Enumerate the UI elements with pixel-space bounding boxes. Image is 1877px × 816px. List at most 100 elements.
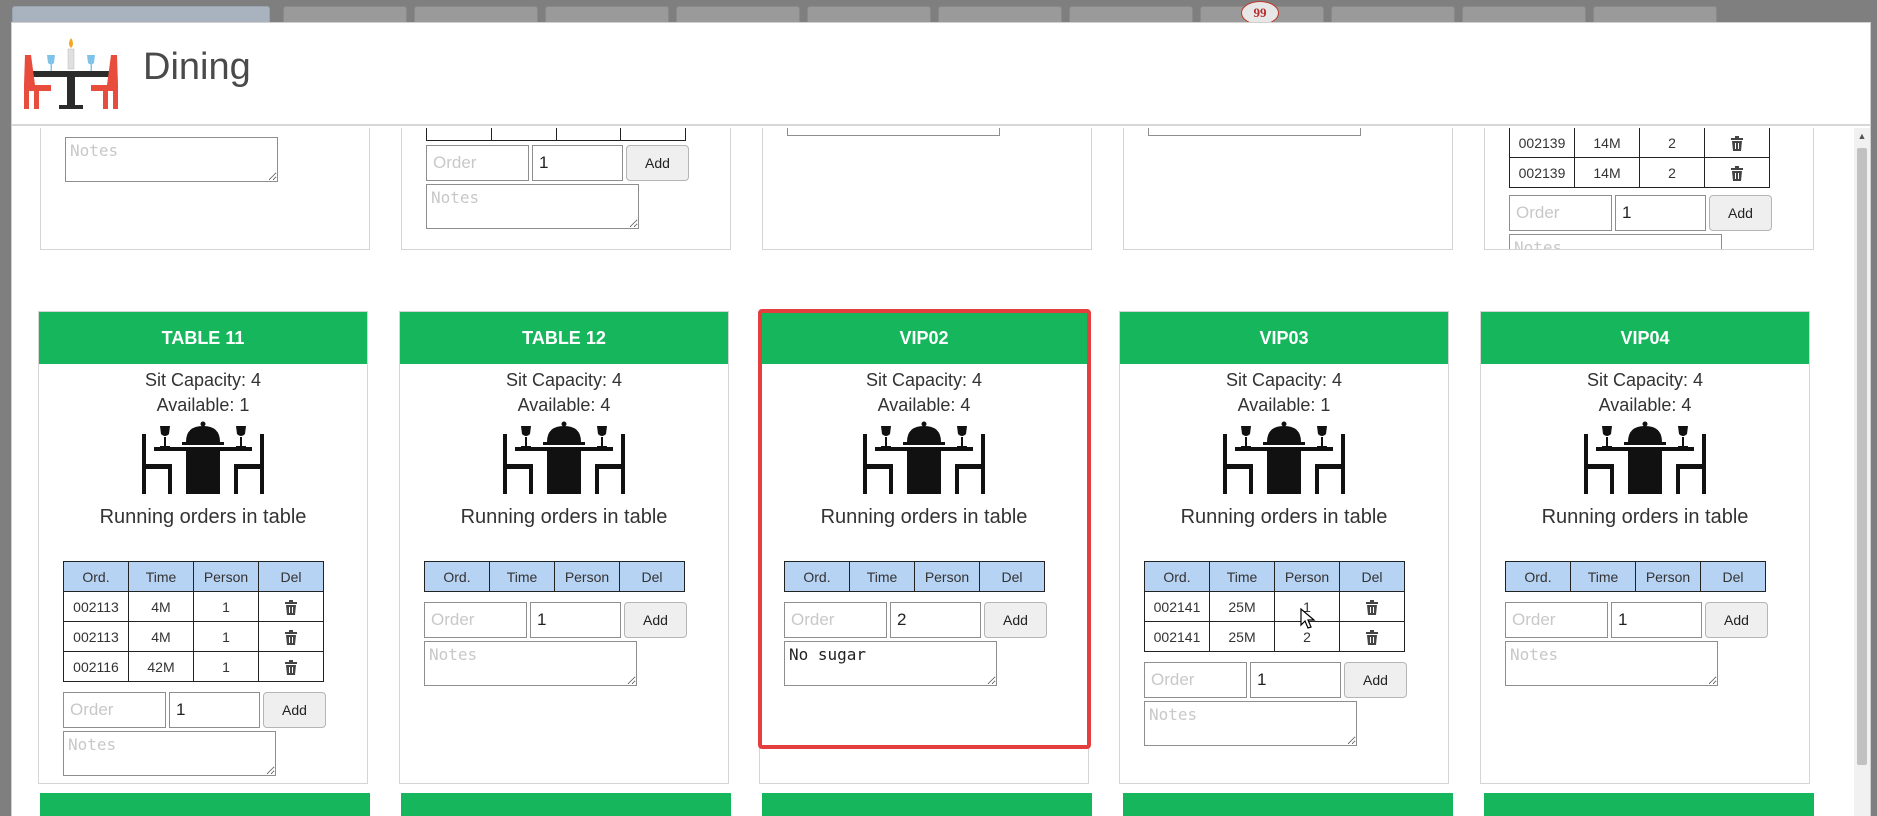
scrollbar-thumb[interactable] <box>1857 148 1867 765</box>
add-button[interactable]: Add <box>1709 195 1772 231</box>
order-input[interactable] <box>784 602 887 638</box>
available-seats: Available: 4 <box>877 395 971 415</box>
column-header-ord: Ord. <box>1144 561 1210 592</box>
notes-field[interactable] <box>63 731 276 776</box>
trash-icon[interactable] <box>1365 629 1379 645</box>
quantity-input[interactable] <box>1250 662 1341 698</box>
orders-table: Ord. Time Person Del <box>1505 561 1766 592</box>
sit-capacity: Sit Capacity: 4 <box>1225 370 1343 390</box>
order-input[interactable] <box>1144 662 1247 698</box>
column-header-time: Time <box>128 561 194 592</box>
notes-field[interactable] <box>1148 128 1361 136</box>
order-time: 14M <box>1574 128 1640 158</box>
modal-body: Add 002139 14M 2 <box>12 128 1856 816</box>
available-seats: Available: 4 <box>517 395 611 415</box>
table-card-partial <box>1123 128 1453 250</box>
delete-cell <box>1339 621 1405 652</box>
delete-cell <box>1704 128 1770 158</box>
scroll-up-arrow-icon[interactable]: ▲ <box>1854 128 1870 144</box>
quantity-input[interactable] <box>1615 195 1706 231</box>
notes-field[interactable] <box>65 137 278 182</box>
notes-field[interactable] <box>424 641 637 686</box>
order-entry-row: Add <box>1144 662 1448 698</box>
column-header-person: Person <box>1635 561 1701 592</box>
trash-icon[interactable] <box>284 659 298 675</box>
column-header-time: Time <box>849 561 915 592</box>
table-row: 002113 4M 1 <box>63 591 324 622</box>
order-entry-row: Add <box>784 602 1088 638</box>
sit-capacity: Sit Capacity: 4 <box>1586 370 1704 390</box>
running-orders-label: Running orders in table <box>1180 506 1388 528</box>
table-card-table-12: TABLE 12 Sit Capacity: 4 Available: 4 Ru… <box>399 311 729 784</box>
add-button[interactable]: Add <box>624 602 687 638</box>
running-orders-label: Running orders in table <box>99 506 307 528</box>
order-input[interactable] <box>1505 602 1608 638</box>
orders-table: Ord. Time Person Del <box>784 561 1045 592</box>
notes-field[interactable] <box>787 128 1000 136</box>
delete-cell <box>258 651 324 682</box>
trash-icon[interactable] <box>284 629 298 645</box>
table-card-partial <box>40 793 370 816</box>
column-header-ord: Ord. <box>784 561 850 592</box>
order-person: 2 <box>1639 157 1705 188</box>
table-name: VIP03 <box>1120 312 1448 364</box>
running-orders-label: Running orders in table <box>820 506 1028 528</box>
quantity-input[interactable] <box>532 145 623 181</box>
available-seats: Available: 4 <box>1598 395 1692 415</box>
dining-table-icon <box>142 421 264 494</box>
table-row: 002139 14M 2 <box>1509 128 1770 158</box>
add-button[interactable]: Add <box>984 602 1047 638</box>
modal-title: Dining <box>143 46 251 88</box>
order-input[interactable] <box>63 692 166 728</box>
order-entry-row: Add <box>426 145 689 181</box>
column-header-time: Time <box>1570 561 1636 592</box>
running-orders-label: Running orders in table <box>460 506 668 528</box>
orders-table-partial <box>426 128 686 141</box>
table-card-vip03: VIP03 Sit Capacity: 4 Available: 1 Runni… <box>1119 311 1449 784</box>
table-row: 002139 14M 2 <box>1509 157 1770 188</box>
order-entry-row: Add <box>63 692 367 728</box>
order-input[interactable] <box>424 602 527 638</box>
column-header-ord: Ord. <box>424 561 490 592</box>
mouse-cursor-icon <box>1300 607 1316 630</box>
notes-field[interactable] <box>784 641 997 686</box>
notes-field[interactable] <box>1144 701 1357 746</box>
table-card-vip04: VIP04 Sit Capacity: 4 Available: 4 Runni… <box>1480 311 1810 784</box>
order-input[interactable] <box>1509 195 1612 231</box>
trash-icon[interactable] <box>1730 135 1744 151</box>
notes-field[interactable] <box>1505 641 1718 686</box>
add-button[interactable]: Add <box>626 145 689 181</box>
dining-table-icon <box>1223 421 1345 494</box>
order-input[interactable] <box>426 145 529 181</box>
vertical-scrollbar[interactable]: ▲ <box>1854 128 1870 816</box>
order-number: 002141 <box>1144 591 1210 622</box>
add-button[interactable]: Add <box>263 692 326 728</box>
delete-cell <box>258 591 324 622</box>
table-card-partial <box>762 128 1092 250</box>
column-header-time: Time <box>489 561 555 592</box>
table-name: TABLE 12 <box>400 312 728 364</box>
notes-field[interactable] <box>1509 234 1722 249</box>
quantity-input[interactable] <box>530 602 621 638</box>
notes-field[interactable] <box>426 184 639 229</box>
add-button[interactable]: Add <box>1705 602 1768 638</box>
table-card-vip02: VIP02 Sit Capacity: 4 Available: 4 Runni… <box>759 311 1089 784</box>
table-card-partial <box>1123 793 1453 816</box>
table-row: 002116 42M 1 <box>63 651 324 682</box>
background-tab-strip: 99 <box>0 0 1877 28</box>
table-card-table-11: TABLE 11 Sit Capacity: 4 Available: 1 Ru… <box>38 311 368 784</box>
quantity-input[interactable] <box>169 692 260 728</box>
table-row: 002141 25M 1 <box>1144 591 1405 622</box>
order-time: 25M <box>1209 591 1275 622</box>
trash-icon[interactable] <box>1730 165 1744 181</box>
running-orders-label: Running orders in table <box>1541 506 1749 528</box>
dining-modal: Dining Add <box>11 22 1871 816</box>
quantity-input[interactable] <box>1611 602 1702 638</box>
trash-icon[interactable] <box>284 599 298 615</box>
add-button[interactable]: Add <box>1344 662 1407 698</box>
column-header-del: Del <box>979 561 1045 592</box>
trash-icon[interactable] <box>1365 599 1379 615</box>
order-time: 25M <box>1209 621 1275 652</box>
quantity-input[interactable] <box>890 602 981 638</box>
table-card-partial <box>1484 793 1814 816</box>
